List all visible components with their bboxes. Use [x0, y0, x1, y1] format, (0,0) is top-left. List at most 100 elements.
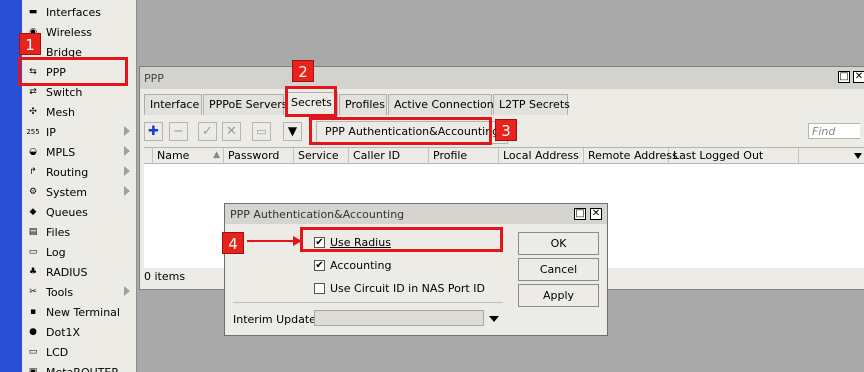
dialog-separator: [233, 302, 503, 303]
sidebar-item-mesh[interactable]: ✣ Mesh: [22, 102, 136, 122]
column-local-address[interactable]: Local Address: [499, 148, 584, 163]
sidebar-item-queues[interactable]: ◆ Queues: [22, 202, 136, 222]
tab-active-connections[interactable]: Active Connections: [388, 94, 500, 115]
interfaces-icon: ▬: [28, 7, 38, 17]
sidebar-item-metarouter[interactable]: ▣ MetaROUTER: [22, 362, 136, 372]
column-remote-address[interactable]: Remote Address: [584, 148, 678, 163]
accounting-label: Accounting: [330, 259, 392, 272]
dot1x-icon: ●: [29, 327, 37, 337]
sidebar-item-mpls[interactable]: ◒ MPLS: [22, 142, 136, 162]
ip-icon: 255: [26, 128, 40, 136]
dialog-maximize-icon[interactable]: □: [574, 208, 586, 220]
submenu-arrow-icon: [124, 186, 130, 196]
highlight-use-radius: [300, 227, 503, 252]
filter-icon[interactable]: ▼: [283, 122, 302, 141]
circuit-id-checkbox[interactable]: [314, 283, 325, 294]
close-icon[interactable]: ✕: [853, 71, 864, 83]
tab-interface[interactable]: Interface: [144, 94, 202, 115]
sidebar-item-lcd[interactable]: ▭ LCD: [22, 342, 136, 362]
sidebar-item-new-terminal[interactable]: ▪ New Terminal: [22, 302, 136, 322]
sidebar-item-label: New Terminal: [46, 305, 120, 319]
submenu-arrow-icon: [124, 286, 130, 296]
highlight-ppp-menu: [18, 57, 128, 86]
column-caller-id[interactable]: Caller ID: [349, 148, 429, 163]
radius-icon: ♣: [28, 267, 38, 277]
column-service[interactable]: Service: [294, 148, 349, 163]
sidebar-item-label: RADIUS: [46, 265, 88, 279]
sidebar-item-tools[interactable]: ✂ Tools: [22, 282, 136, 302]
disable-icon[interactable]: ✕: [222, 122, 241, 141]
circuit-id-row[interactable]: Use Circuit ID in NAS Port ID: [314, 282, 485, 295]
comment-icon[interactable]: ▭: [252, 122, 271, 141]
sidebar-item-label: Interfaces: [46, 5, 101, 19]
cancel-button[interactable]: Cancel: [518, 258, 599, 281]
terminal-icon: ▪: [29, 307, 37, 317]
tab-profiles[interactable]: Profiles: [339, 94, 387, 115]
switch-icon: ⇄: [29, 87, 37, 97]
lcd-icon: ▭: [28, 347, 38, 357]
ppp-window-titlebar[interactable]: PPP □ ✕: [140, 67, 864, 89]
highlight-auth-button: [309, 117, 492, 145]
enable-icon[interactable]: ✓: [198, 122, 217, 141]
dialog-close-icon[interactable]: ✕: [590, 208, 602, 220]
tab-pppoe-servers[interactable]: PPPoE Servers: [203, 94, 288, 115]
submenu-arrow-icon: [124, 126, 130, 136]
log-icon: ▭: [28, 247, 38, 257]
files-icon: ▤: [28, 227, 38, 237]
accounting-checkbox[interactable]: ✔: [314, 260, 325, 271]
sidebar-item-routing[interactable]: ↱ Routing: [22, 162, 136, 182]
sidebar-item-label: Files: [46, 225, 71, 239]
sidebar-item-ip[interactable]: 255 IP: [22, 122, 136, 142]
sidebar-item-dot1x[interactable]: ● Dot1X: [22, 322, 136, 342]
column-name-label: Name: [157, 149, 190, 162]
sidebar-item-label: Tools: [46, 285, 74, 299]
sidebar-item-label: MetaROUTER: [46, 365, 119, 372]
find-input[interactable]: Find: [808, 123, 860, 139]
sidebar-item-label: IP: [46, 125, 56, 139]
sidebar-item-system[interactable]: ⚙ System: [22, 182, 136, 202]
highlight-secrets-tab: [285, 86, 337, 117]
column-profile[interactable]: Profile: [429, 148, 499, 163]
column-name[interactable]: Name ▲: [153, 148, 224, 163]
sidebar-item-label: Switch: [46, 85, 83, 99]
remove-icon[interactable]: −: [169, 122, 188, 141]
sidebar-menu: ▬Interfaces◉Wireless⧉Bridge⇆PPP⇄Switch✣M…: [22, 0, 137, 372]
step-badge-4: 4: [222, 232, 244, 254]
sidebar-item-label: Dot1X: [46, 325, 81, 339]
sidebar-item-label: LCD: [46, 345, 69, 359]
column-last-logged-out[interactable]: Last Logged Out: [669, 148, 799, 163]
columns-dropdown-icon[interactable]: [854, 153, 862, 159]
interim-update-label: Interim Update:: [233, 313, 320, 326]
sidebar-item-label: Routing: [46, 165, 89, 179]
metarouter-icon: ▣: [28, 367, 38, 372]
dialog-titlebar[interactable]: PPP Authentication&Accounting □ ✕: [225, 204, 607, 224]
dialog-title: PPP Authentication&Accounting: [230, 208, 405, 221]
interim-dropdown-icon[interactable]: [489, 316, 499, 322]
interim-update-input[interactable]: [314, 310, 484, 326]
queues-icon: ◆: [29, 207, 37, 217]
accounting-row[interactable]: ✔ Accounting: [314, 259, 391, 272]
sidebar-item-label: System: [46, 185, 88, 199]
annotation-arrow-icon: [293, 236, 302, 246]
mpls-icon: ◒: [29, 147, 37, 157]
step-badge-3: 3: [495, 119, 517, 141]
apply-button[interactable]: Apply: [518, 284, 599, 307]
sidebar-item-label: Queues: [46, 205, 88, 219]
sidebar-item-label: MPLS: [46, 145, 76, 159]
sidebar-item-label: Wireless: [46, 25, 93, 39]
sidebar-item-label: Log: [46, 245, 66, 259]
add-icon[interactable]: ✚: [144, 122, 163, 141]
tab-l2tp-secrets[interactable]: L2TP Secrets: [493, 94, 570, 115]
item-count: 0 items: [144, 270, 186, 283]
ppp-window-title: PPP: [144, 72, 164, 85]
ok-button[interactable]: OK: [518, 232, 599, 255]
system-icon: ⚙: [28, 187, 38, 197]
sidebar-item-files[interactable]: ▤ Files: [22, 222, 136, 242]
sidebar-item-interfaces[interactable]: ▬ Interfaces: [22, 2, 136, 22]
column-password[interactable]: Password: [224, 148, 294, 163]
maximize-icon[interactable]: □: [838, 71, 850, 83]
left-accent-bar: [0, 0, 22, 372]
sidebar-item-radius[interactable]: ♣ RADIUS: [22, 262, 136, 282]
sidebar-item-log[interactable]: ▭ Log: [22, 242, 136, 262]
annotation-arrow-line: [247, 240, 295, 242]
